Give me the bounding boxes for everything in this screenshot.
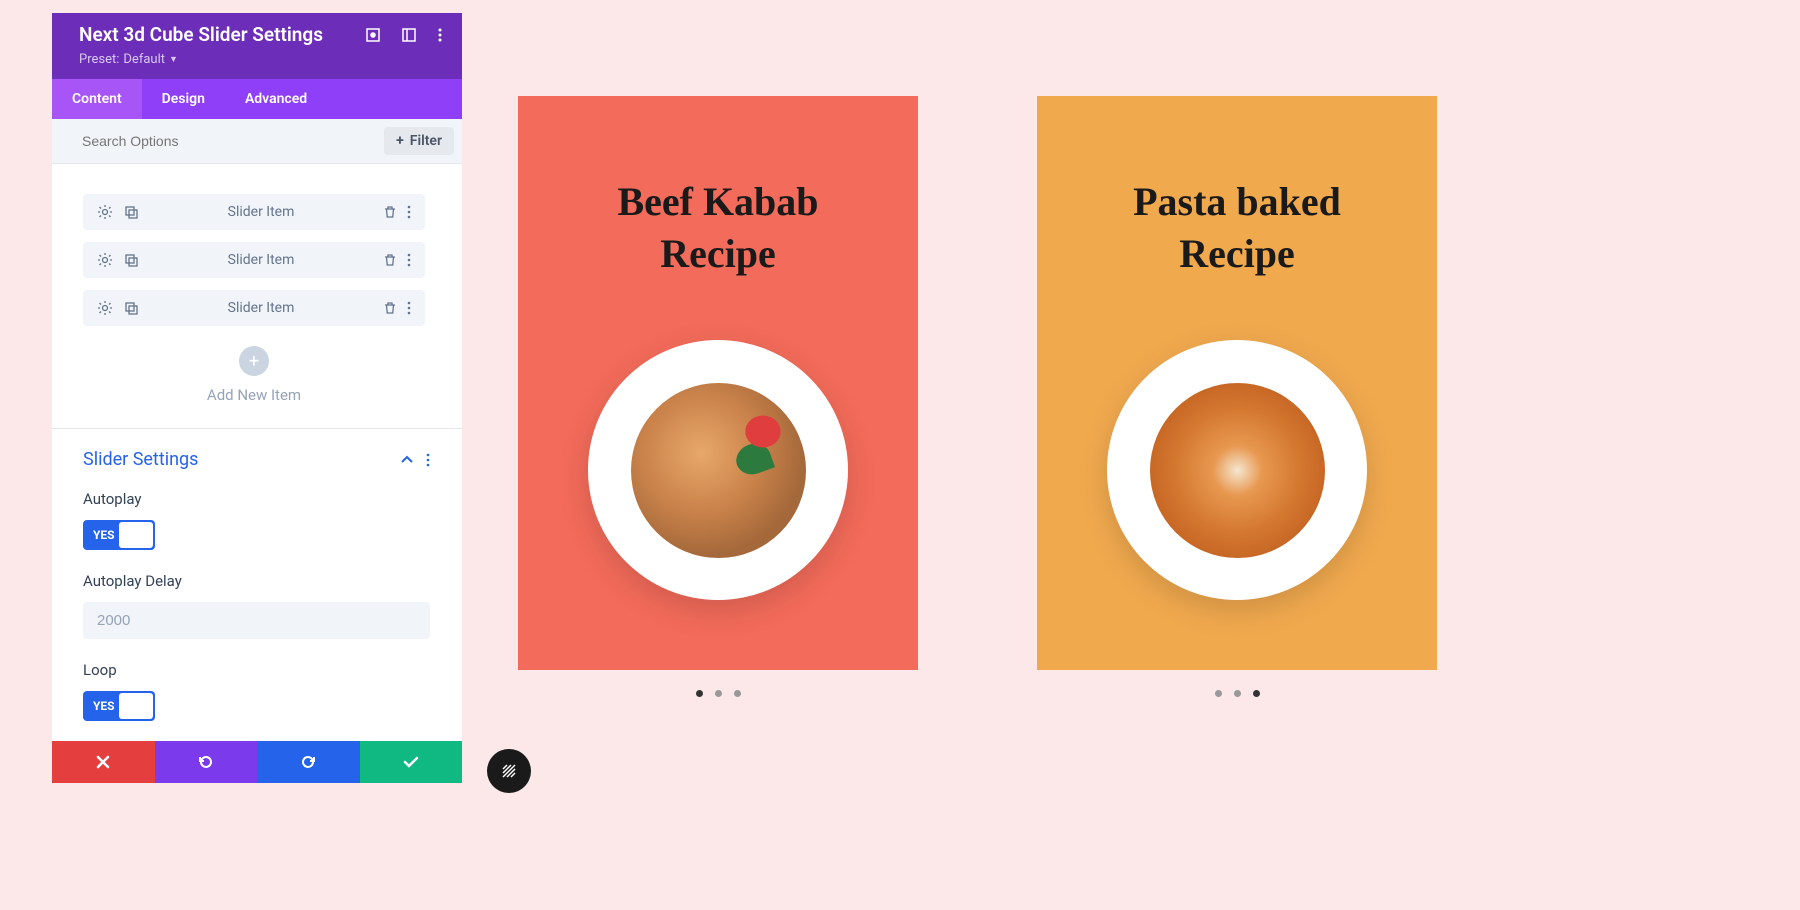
preset-label: Preset:	[79, 52, 119, 67]
panel-footer	[52, 741, 462, 783]
dot[interactable]	[1234, 690, 1241, 697]
panel-tabs: Content Design Advanced	[52, 79, 462, 119]
section-title: Slider Settings	[83, 449, 400, 470]
card-title: Beef Kabab Recipe	[617, 176, 818, 280]
title-line: Recipe	[1179, 231, 1295, 276]
undo-button[interactable]	[155, 741, 258, 783]
panel-search-row: + Filter	[52, 119, 462, 164]
title-line: Beef Kabab	[617, 179, 818, 224]
more-icon[interactable]	[426, 453, 430, 467]
tab-design[interactable]: Design	[142, 79, 225, 119]
slider-item-row[interactable]: Slider Item	[83, 194, 425, 230]
settings-panel: Next 3d Cube Slider Settings Preset: Def…	[52, 13, 462, 783]
gear-icon[interactable]	[97, 204, 113, 220]
card-title: Pasta baked Recipe	[1133, 176, 1341, 280]
slider-item-label: Slider Item	[139, 300, 383, 316]
toggle-knob	[119, 522, 153, 548]
gear-icon[interactable]	[97, 300, 113, 316]
kabab-food-image	[631, 383, 806, 558]
dot[interactable]	[715, 690, 722, 697]
food-plate	[588, 340, 848, 600]
field-label: Autoplay	[83, 490, 430, 508]
copy-icon[interactable]	[123, 252, 139, 268]
field-label: Autoplay Delay	[83, 572, 430, 590]
toggle-knob	[119, 693, 153, 719]
slider-settings-section: Slider Settings Autoplay YES Autoplay De…	[52, 429, 462, 721]
toggle-value: YES	[93, 699, 115, 713]
filter-label: Filter	[410, 133, 442, 149]
copy-icon[interactable]	[123, 204, 139, 220]
slider-item-row[interactable]: Slider Item	[83, 290, 425, 326]
filter-button[interactable]: + Filter	[384, 127, 454, 155]
panel-header: Next 3d Cube Slider Settings Preset: Def…	[52, 13, 462, 79]
field-label: Loop	[83, 661, 430, 679]
search-input[interactable]	[82, 133, 384, 149]
food-plate	[1107, 340, 1367, 600]
more-icon[interactable]	[407, 253, 411, 267]
add-new-label: Add New Item	[83, 386, 425, 404]
gear-icon[interactable]	[97, 252, 113, 268]
add-new-item[interactable]: + Add New Item	[83, 346, 425, 404]
trash-icon[interactable]	[383, 205, 397, 219]
pagination-dots	[518, 690, 918, 697]
loop-toggle[interactable]: YES	[83, 691, 155, 721]
slider-items-list: Slider Item Slider Item	[52, 164, 462, 428]
dot[interactable]	[1253, 690, 1260, 697]
slider-item-label: Slider Item	[139, 204, 383, 220]
more-icon[interactable]	[407, 301, 411, 315]
dot[interactable]	[696, 690, 703, 697]
save-button[interactable]	[360, 741, 463, 783]
panel-title: Next 3d Cube Slider Settings	[79, 23, 366, 46]
more-icon[interactable]	[407, 205, 411, 219]
title-line: Recipe	[660, 231, 776, 276]
chevron-up-icon[interactable]	[400, 455, 414, 465]
autoplay-field: Autoplay YES	[83, 490, 430, 550]
dot[interactable]	[1215, 690, 1222, 697]
title-line: Pasta baked	[1133, 179, 1341, 224]
redo-button[interactable]	[257, 741, 360, 783]
tab-advanced[interactable]: Advanced	[225, 79, 327, 119]
trash-icon[interactable]	[383, 253, 397, 267]
resize-handle[interactable]	[487, 749, 531, 793]
preset-value: Default	[123, 52, 165, 67]
loop-field: Loop YES	[83, 661, 430, 721]
pagination-dots	[1037, 690, 1437, 697]
preset-selector[interactable]: Preset: Default ▼	[79, 52, 442, 67]
toggle-value: YES	[93, 528, 115, 542]
slider-item-label: Slider Item	[139, 252, 383, 268]
tab-content[interactable]: Content	[52, 79, 142, 119]
cancel-button[interactable]	[52, 741, 155, 783]
dropdown-caret-icon: ▼	[169, 54, 178, 65]
layout-icon[interactable]	[402, 28, 416, 42]
more-icon[interactable]	[438, 28, 442, 42]
expand-icon[interactable]	[366, 28, 380, 42]
section-header[interactable]: Slider Settings	[83, 449, 430, 470]
slider-item-row[interactable]: Slider Item	[83, 242, 425, 278]
pasta-food-image	[1150, 383, 1325, 558]
preview-area: Beef Kabab Recipe Pasta baked Recipe	[518, 96, 1437, 697]
autoplay-delay-field: Autoplay Delay	[83, 572, 430, 639]
dot[interactable]	[734, 690, 741, 697]
trash-icon[interactable]	[383, 301, 397, 315]
preview-card-1: Beef Kabab Recipe	[518, 96, 918, 670]
add-icon[interactable]: +	[239, 346, 269, 376]
copy-icon[interactable]	[123, 300, 139, 316]
autoplay-delay-input[interactable]	[83, 602, 430, 639]
autoplay-toggle[interactable]: YES	[83, 520, 155, 550]
preview-card-2: Pasta baked Recipe	[1037, 96, 1437, 670]
plus-icon: +	[396, 133, 404, 149]
